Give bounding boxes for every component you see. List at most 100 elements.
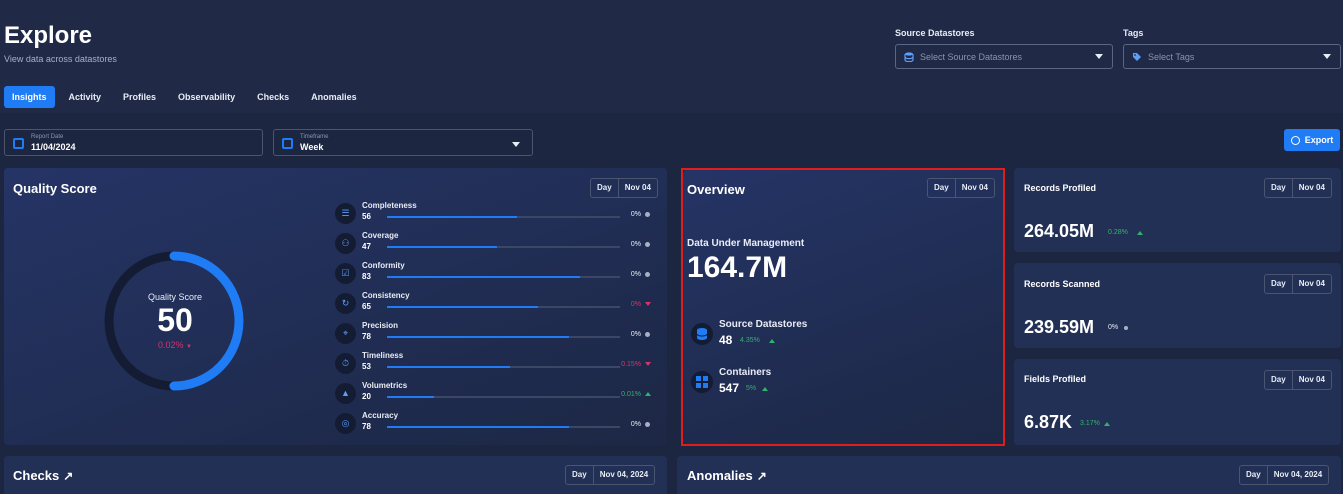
date-label: Nov 04, 2024 [1266, 466, 1328, 484]
source-datastores-select[interactable]: Select Source Datastores [895, 44, 1113, 69]
metric-change: 0% [630, 301, 641, 308]
quality-metric-row: ☰ Completeness 56 0% [335, 201, 655, 231]
report-date-picker[interactable]: Report Date 11/04/2024 [4, 129, 263, 156]
period-label: Day [1271, 183, 1286, 192]
metric-bar-fill [387, 426, 569, 428]
up-arrow-icon [1137, 231, 1143, 235]
fields-profiled-period-pill[interactable]: Day Nov 04 [1264, 370, 1332, 390]
source-datastores-label: Source Datastores [895, 28, 975, 38]
metric-bar-fill [387, 336, 569, 338]
quality-metric-row: ▲ Volumetrics 20 0.01% [335, 381, 655, 411]
period-label: Day [572, 470, 587, 479]
group-icon: ⚇ [335, 233, 356, 254]
quality-metric-row: ⏱ Timeliness 53 0.15% [335, 351, 655, 381]
down-arrow-icon [645, 302, 651, 306]
tags-placeholder: Select Tags [1148, 51, 1195, 62]
list-icon: ☰ [335, 203, 356, 224]
metric-change: 0.01% [621, 391, 641, 398]
metric-change: 0% [630, 331, 641, 338]
metric-value: 47 [362, 242, 371, 251]
tab-observability[interactable]: Observability [170, 86, 243, 108]
tab-insights[interactable]: Insights [4, 86, 55, 108]
chevron-down-icon [1095, 54, 1103, 59]
records-profiled-period-pill[interactable]: Day Nov 04 [1264, 178, 1332, 198]
calendar-icon [13, 138, 24, 149]
metric-change: 0% [630, 271, 641, 278]
report-date-value: 11/04/2024 [31, 142, 76, 152]
up-arrow-icon [645, 392, 651, 396]
tab-checks[interactable]: Checks [249, 86, 297, 108]
metric-bar-fill [387, 276, 581, 278]
metric-value: 20 [362, 392, 371, 401]
metric-name: Coverage [362, 231, 399, 240]
overview-highlight-box [681, 168, 1005, 446]
neutral-dot-icon [645, 242, 650, 247]
metric-bar-track [387, 426, 620, 428]
quality-period-pill[interactable]: Day Nov 04 [590, 178, 658, 198]
down-arrow-icon: ▼ [186, 344, 192, 350]
tags-select[interactable]: Select Tags [1123, 44, 1341, 69]
quality-metric-row: ↻ Consistency 65 0% [335, 291, 655, 321]
date-label: Nov 04 [1291, 275, 1331, 293]
metric-name: Timeliness [362, 351, 404, 360]
metric-value: 53 [362, 362, 371, 371]
page-header: Explore View data across datastores Sour… [0, 0, 1343, 113]
metric-change: 0.15% [621, 361, 641, 368]
quality-score-change: 0.02% ▼ [120, 340, 230, 350]
tab-anomalies[interactable]: Anomalies [303, 86, 365, 108]
change-value: 0.02% [158, 340, 184, 350]
date-label: Nov 04 [617, 179, 657, 197]
metric-bar-track [387, 336, 620, 338]
metric-bar-fill [387, 246, 497, 248]
down-arrow-icon [645, 362, 651, 366]
tab-bar: Insights Activity Profiles Observability… [4, 86, 365, 108]
metric-bar-fill [387, 306, 539, 308]
tab-activity[interactable]: Activity [61, 86, 110, 108]
neutral-dot-icon [645, 212, 650, 217]
neutral-dot-icon [1124, 326, 1128, 330]
source-datastores-placeholder: Select Source Datastores [920, 51, 1023, 62]
target-icon: ⌖ [335, 323, 356, 344]
checks-period-pill[interactable]: Day Nov 04, 2024 [565, 465, 656, 485]
stopwatch-icon: ⏱ [335, 353, 356, 374]
checkbox-icon: ☑ [335, 263, 356, 284]
date-label: Nov 04, 2024 [592, 466, 654, 484]
timeframe-value: Week [300, 142, 324, 152]
quality-score-title: Quality Score [13, 181, 97, 196]
shapes-icon: ▲ [335, 383, 356, 404]
metric-value: 78 [362, 422, 371, 431]
page-title: Explore [4, 22, 93, 49]
metric-name: Precision [362, 321, 399, 330]
metric-name: Completeness [362, 201, 417, 210]
tags-label: Tags [1123, 28, 1144, 38]
tab-profiles[interactable]: Profiles [115, 86, 164, 108]
anomalies-period-pill[interactable]: Day Nov 04, 2024 [1239, 465, 1330, 485]
metric-value: 56 [362, 212, 371, 221]
quality-metric-row: ⚇ Coverage 47 0% [335, 231, 655, 261]
metric-value: 83 [362, 272, 371, 281]
records-scanned-change: 0% [1108, 324, 1119, 331]
page-subtitle: View data across datastores [4, 54, 117, 64]
records-scanned-title: Records Scanned [1024, 279, 1101, 289]
calendar-icon [282, 138, 293, 149]
report-date-label: Report Date [31, 134, 64, 140]
records-profiled-change: 0.28% [1108, 229, 1128, 236]
metric-change: 0% [630, 211, 641, 218]
export-button[interactable]: Export [1284, 129, 1340, 151]
metric-bar-track [387, 246, 620, 248]
records-scanned-period-pill[interactable]: Day Nov 04 [1264, 274, 1332, 294]
neutral-dot-icon [645, 332, 650, 337]
external-link-icon: ↗ [63, 469, 74, 483]
database-icon [904, 51, 914, 62]
external-link-icon: ↗ [756, 469, 767, 483]
period-label: Day [1246, 470, 1261, 479]
metric-name: Volumetrics [362, 381, 408, 390]
metric-value: 65 [362, 302, 371, 311]
anomalies-title[interactable]: Anomalies ↗ [687, 468, 767, 483]
metric-value: 78 [362, 332, 371, 341]
records-scanned-value: 239.59M [1024, 317, 1095, 337]
checks-title[interactable]: Checks ↗ [13, 468, 73, 483]
timeframe-select[interactable]: Timeframe Week [273, 129, 533, 156]
records-profiled-value: 264.05M [1024, 221, 1095, 241]
quality-score-value: 50 [157, 302, 193, 338]
